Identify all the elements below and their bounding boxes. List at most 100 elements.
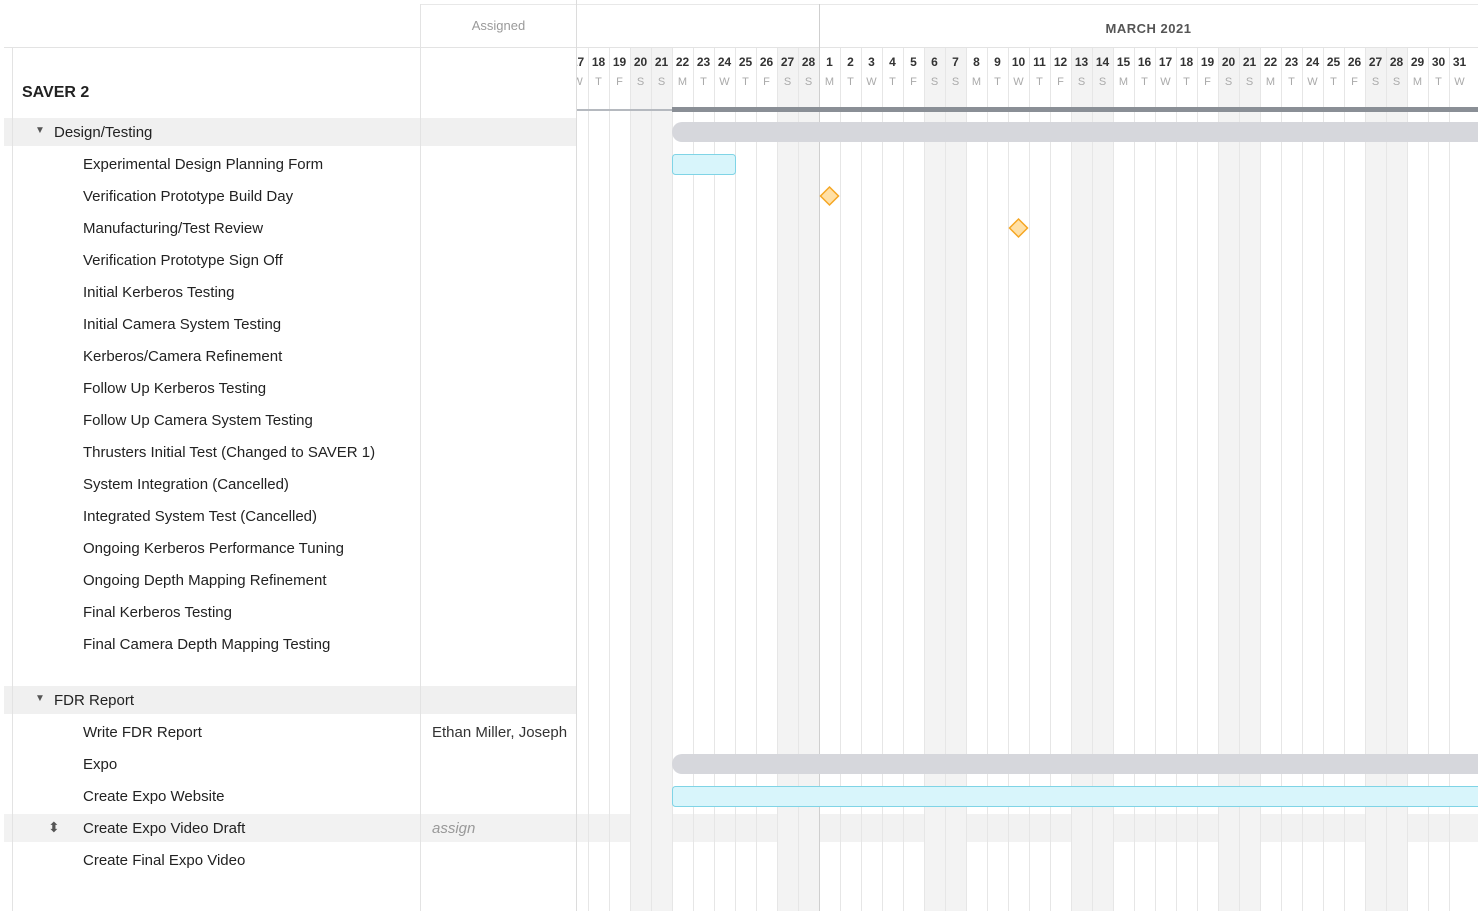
task-name[interactable]: Create Final Expo Video <box>83 852 245 869</box>
milestone-diamond[interactable] <box>819 185 840 207</box>
day-letter: T <box>1036 76 1043 88</box>
task-name[interactable]: Write FDR Report <box>83 724 202 741</box>
project-title[interactable]: SAVER 2 <box>22 84 89 102</box>
day-number: 27 <box>1369 55 1383 69</box>
task-name[interactable]: Experimental Design Planning Form <box>83 156 323 173</box>
day-letter: S <box>931 76 938 88</box>
task-name[interactable]: Manufacturing/Test Review <box>83 220 263 237</box>
task-row[interactable]: Create Expo Website <box>4 782 576 810</box>
task-name[interactable]: Final Kerberos Testing <box>83 604 232 621</box>
day-number: 24 <box>1306 55 1320 69</box>
day-number: 11 <box>1033 55 1046 69</box>
task-row[interactable]: Thrusters Initial Test (Changed to SAVER… <box>4 438 576 466</box>
task-name[interactable]: Verification Prototype Build Day <box>83 188 293 205</box>
task-row[interactable]: Expo <box>4 750 576 778</box>
task-name[interactable]: Initial Kerberos Testing <box>83 284 234 301</box>
task-row[interactable]: Manufacturing/Test Review <box>4 214 576 242</box>
day-letter: T <box>742 76 749 88</box>
weekend-column <box>1365 48 1386 911</box>
task-assignee[interactable]: Ethan Miller, Joseph <box>432 724 567 741</box>
day-number: 18 <box>1180 55 1194 69</box>
day-letter: F <box>1351 76 1358 88</box>
day-letter: W <box>1307 76 1318 88</box>
task-name[interactable]: System Integration (Cancelled) <box>83 476 289 493</box>
group-row[interactable]: ▼ FDR Report <box>4 686 576 714</box>
task-name[interactable]: Ongoing Depth Mapping Refinement <box>83 572 327 589</box>
task-row[interactable]: System Integration (Cancelled) <box>4 470 576 498</box>
weekend-column <box>1386 48 1407 911</box>
group-row[interactable]: ▼ Design/Testing <box>4 118 576 146</box>
weekend-column <box>630 48 651 911</box>
day-letter: S <box>1099 76 1106 88</box>
task-row[interactable]: Final Kerberos Testing <box>4 598 576 626</box>
day-letter: T <box>1183 76 1190 88</box>
day-number: 15 <box>1117 55 1131 69</box>
group-name[interactable]: Design/Testing <box>54 124 152 141</box>
day-letter: S <box>1078 76 1085 88</box>
task-row[interactable]: Verification Prototype Build Day <box>4 182 576 210</box>
task-name[interactable]: Kerberos/Camera Refinement <box>83 348 282 365</box>
task-list-pane: Assigned SAVER 2 ▼ Design/Testing Experime… <box>0 0 1478 911</box>
task-row[interactable]: Ongoing Kerberos Performance Tuning <box>4 534 576 562</box>
task-row[interactable]: Initial Camera System Testing <box>4 310 576 338</box>
task-row[interactable]: Verification Prototype Sign Off <box>4 246 576 274</box>
task-row[interactable]: Integrated System Test (Cancelled) <box>4 502 576 530</box>
task-name[interactable]: Verification Prototype Sign Off <box>83 252 283 269</box>
day-letter: F <box>1204 76 1211 88</box>
task-row[interactable]: Initial Kerberos Testing <box>4 278 576 306</box>
task-name[interactable]: Thrusters Initial Test (Changed to SAVER… <box>83 444 375 461</box>
group-summary-bar[interactable] <box>672 122 1478 142</box>
task-name[interactable]: Initial Camera System Testing <box>83 316 281 333</box>
day-number: 7 <box>952 55 959 69</box>
task-row[interactable]: Write FDR Report Ethan Miller, Joseph <box>4 718 576 746</box>
day-number: 29 <box>1411 55 1425 69</box>
day-number: 8 <box>973 55 980 69</box>
milestone-diamond[interactable] <box>1008 217 1029 239</box>
day-number: 12 <box>1054 55 1068 69</box>
day-number: 1 <box>826 55 833 69</box>
assigned-column-header[interactable]: Assigned <box>420 18 577 33</box>
task-row[interactable]: Experimental Design Planning Form <box>4 150 576 178</box>
gantt-canvas[interactable]: MARCH 202117W18T19F20S21S22M23T24W25T26F… <box>577 0 1478 911</box>
task-row[interactable]: Ongoing Depth Mapping Refinement <box>4 566 576 594</box>
task-name[interactable]: Follow Up Kerberos Testing <box>83 380 266 397</box>
task-row[interactable]: Follow Up Camera System Testing <box>4 406 576 434</box>
assign-link[interactable]: assign <box>432 820 475 837</box>
day-letter: F <box>616 76 623 88</box>
task-bar[interactable] <box>672 154 736 175</box>
collapse-caret-icon[interactable]: ▼ <box>35 693 45 704</box>
task-name[interactable]: Ongoing Kerberos Performance Tuning <box>83 540 344 557</box>
task-row[interactable]: Kerberos/Camera Refinement <box>4 342 576 370</box>
project-summary-bar[interactable] <box>672 107 1478 112</box>
day-number: 31 <box>1453 55 1467 69</box>
day-letter: M <box>1266 76 1275 88</box>
task-name[interactable]: Follow Up Camera System Testing <box>83 412 313 429</box>
task-name[interactable]: Expo <box>83 756 117 773</box>
day-number: 22 <box>1264 55 1278 69</box>
weekend-column <box>1071 48 1092 911</box>
day-number: 28 <box>1390 55 1404 69</box>
task-row[interactable]: Final Camera Depth Mapping Testing <box>4 630 576 658</box>
task-row[interactable]: ⬍ Create Expo Video Draft assign <box>4 814 576 842</box>
task-row[interactable]: Create Final Expo Video <box>4 846 576 874</box>
task-bar[interactable] <box>672 786 1478 807</box>
drag-handle-icon[interactable]: ⬍ <box>48 819 60 836</box>
task-row[interactable]: Follow Up Kerberos Testing <box>4 374 576 402</box>
day-letter: T <box>847 76 854 88</box>
group-summary-bar[interactable] <box>672 754 1478 774</box>
day-number: 21 <box>1243 55 1257 69</box>
task-name[interactable]: Create Expo Video Draft <box>83 820 245 837</box>
day-number: 21 <box>655 55 669 69</box>
day-letter: T <box>1435 76 1442 88</box>
day-letter: W <box>577 76 583 88</box>
task-name[interactable]: Final Camera Depth Mapping Testing <box>83 636 330 653</box>
group-name[interactable]: FDR Report <box>54 692 134 709</box>
day-letter: T <box>1141 76 1148 88</box>
task-name[interactable]: Integrated System Test (Cancelled) <box>83 508 317 525</box>
day-number: 24 <box>718 55 732 69</box>
day-letter: M <box>1413 76 1422 88</box>
day-letter: S <box>1372 76 1379 88</box>
gantt-chart[interactable]: MARCH 202117W18T19F20S21S22M23T24W25T26F… <box>577 0 1478 911</box>
collapse-caret-icon[interactable]: ▼ <box>35 125 45 136</box>
task-name[interactable]: Create Expo Website <box>83 788 224 805</box>
